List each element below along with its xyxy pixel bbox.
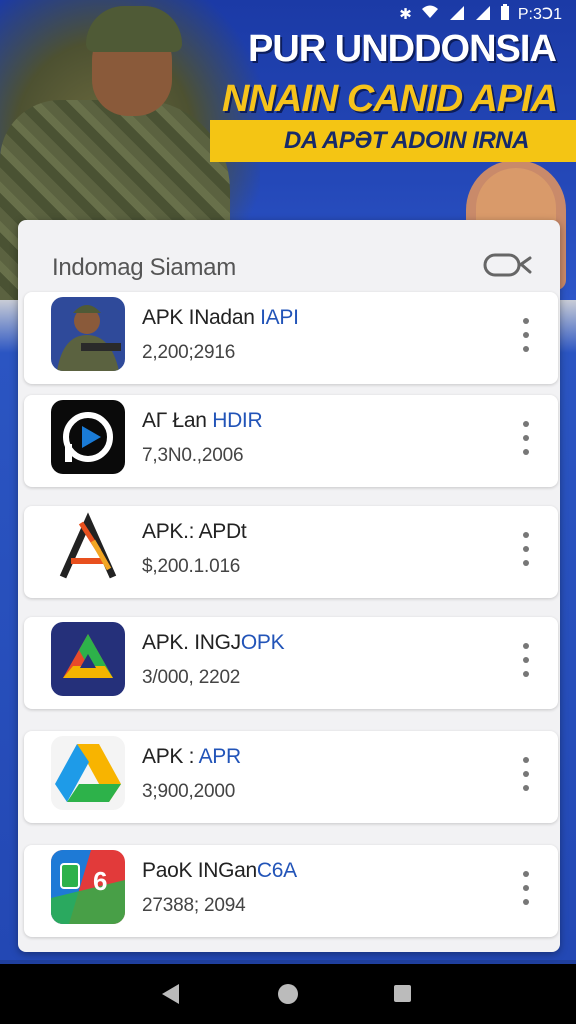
letter-a-app-icon (51, 511, 125, 585)
more-options-icon[interactable] (518, 757, 534, 791)
app-list-item[interactable]: APK : APR 3;900,2000 (24, 731, 558, 823)
app-download-count: 3/000, 2202 (142, 667, 241, 688)
app-list-dialog: Indomag Siamam APK INadan IAPI 2,200;291… (18, 220, 560, 952)
app-list-item[interactable]: 6 PaoK INGanC6A 27388; 2094 (24, 845, 558, 937)
svg-text:6: 6 (93, 866, 107, 896)
close-icon[interactable] (482, 250, 534, 280)
app-name: APK : APR (142, 745, 241, 768)
banner-title-line2: NNAIN CANID APIA (222, 78, 558, 120)
app-list-item[interactable]: APK INadan IAPI 2,200;2916 (24, 292, 558, 384)
banner-title-line1: PUR UNDDONSIA (248, 28, 557, 70)
app-download-count: $,200.1.016 (142, 556, 241, 577)
more-options-icon[interactable] (518, 643, 534, 677)
banner-tagline: DA APƏT ADOIN ΙRNA (284, 127, 529, 154)
triangle-app-icon (51, 622, 125, 696)
app-name: APK.: APDt (142, 520, 247, 543)
home-icon[interactable] (278, 984, 298, 1004)
app-name: APK. INGJOPK (142, 631, 285, 654)
back-icon[interactable] (162, 984, 179, 1004)
app-download-count: 3;900,2000 (142, 781, 236, 802)
signal-icon-2 (474, 4, 492, 24)
bluetooth-icon: ✱ (399, 6, 412, 23)
app-download-count: 27388; 2094 (142, 895, 246, 916)
soldier-app-icon (51, 297, 125, 371)
app-name: APK INadan IAPI (142, 306, 299, 329)
status-bar: ✱ P:3Ↄ1 (0, 0, 576, 28)
more-options-icon[interactable] (518, 318, 534, 352)
app-name: AΓ Łan HDIR (142, 409, 263, 432)
app-name: PaoK INGanC6A (142, 859, 297, 882)
app-list-item[interactable]: APK.: APDt $,200.1.016 (24, 506, 558, 598)
dialog-title: Indomag Siamam (52, 254, 236, 281)
battery-icon (500, 4, 510, 24)
signal-icon (448, 4, 466, 24)
app-download-count: 7,3N0.,2006 (142, 445, 244, 466)
more-options-icon[interactable] (518, 532, 534, 566)
more-options-icon[interactable] (518, 871, 534, 905)
more-options-icon[interactable] (518, 421, 534, 455)
recent-apps-icon[interactable] (394, 985, 411, 1002)
drive-app-icon (51, 736, 125, 810)
play-app-icon (51, 400, 125, 474)
app-list-item[interactable]: APK. INGJOPK 3/000, 2202 (24, 617, 558, 709)
map-app-icon: 6 (51, 850, 125, 924)
navigation-bar (0, 964, 576, 1024)
wifi-icon (420, 4, 440, 24)
app-list-item[interactable]: AΓ Łan HDIR 7,3N0.,2006 (24, 395, 558, 487)
status-time: P:3Ↄ1 (517, 6, 562, 23)
dialog-header: Indomag Siamam (18, 220, 560, 296)
app-download-count: 2,200;2916 (142, 342, 236, 363)
